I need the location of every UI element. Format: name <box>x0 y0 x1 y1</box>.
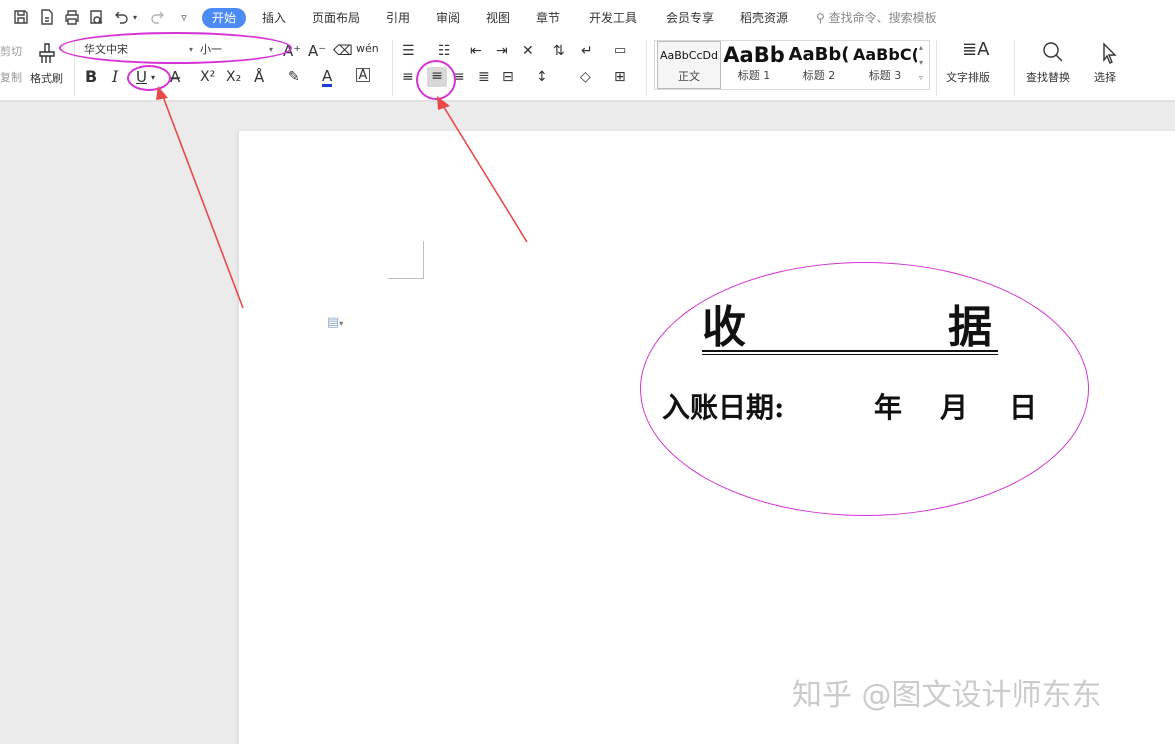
arrow-head <box>156 86 168 100</box>
annotation-arrows <box>156 86 528 309</box>
arrow-head <box>437 96 450 110</box>
annotation-arrow <box>161 93 244 309</box>
annotation-arrow <box>441 103 528 243</box>
watermark: 知乎 @图文设计师东东 <box>792 678 1102 713</box>
